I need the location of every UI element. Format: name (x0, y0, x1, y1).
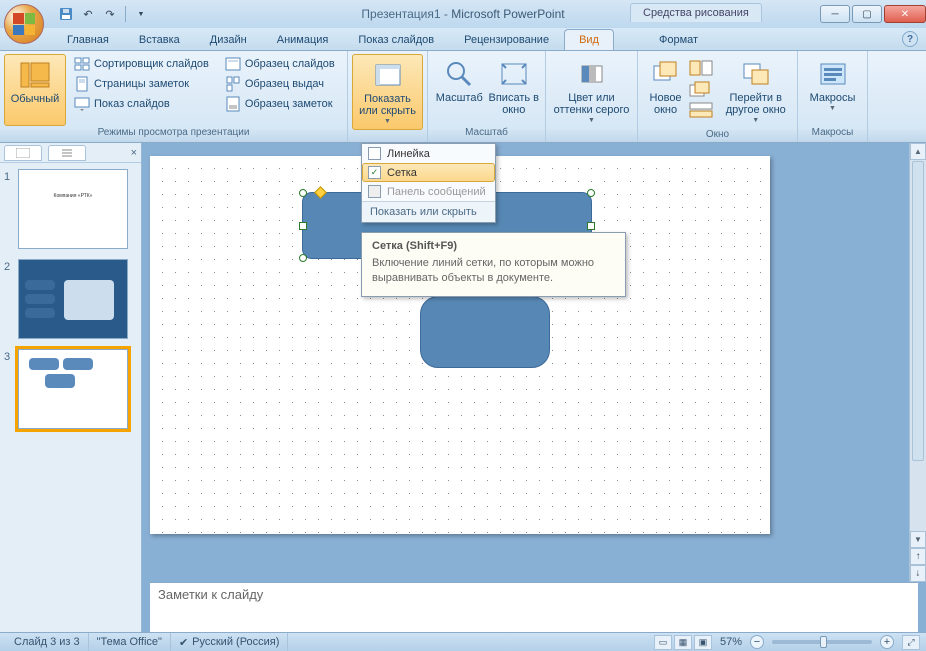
new-window-button[interactable]: Новое окно (642, 54, 689, 128)
grid-tooltip: Сетка (Shift+F9) Включение линий сетки, … (361, 232, 626, 297)
tooltip-body: Включение линий сетки, по которым можно … (372, 256, 615, 286)
show-hide-dropdown: Линейка ✓Сетка Панель сообщений Показать… (361, 143, 496, 223)
notes-page-button[interactable]: Страницы заметок (70, 74, 213, 94)
notes-pane[interactable]: Заметки к слайду (150, 582, 918, 632)
slideshow-view-icon[interactable]: ▣ (694, 635, 712, 650)
qat-customize-icon[interactable]: ▼ (131, 4, 151, 24)
close-button[interactable]: ✕ (884, 5, 926, 23)
switch-window-button[interactable]: Перейти в другое окно▼ (718, 54, 793, 128)
quick-access-toolbar: ↶ ↷ ▼ (56, 4, 151, 24)
scroll-up-icon[interactable]: ▲ (910, 143, 926, 160)
tab-slideshow[interactable]: Показ слайдов (343, 29, 449, 50)
window-title: Презентация1 - Microsoft PowerPoint (361, 7, 564, 21)
rounded-rect-shape[interactable] (420, 296, 550, 368)
fit-to-window-icon[interactable]: ⤢ (902, 635, 920, 650)
resize-handle-e[interactable] (587, 222, 595, 230)
save-icon[interactable] (56, 4, 76, 24)
normal-view-button[interactable]: Обычный (4, 54, 66, 126)
scroll-thumb[interactable] (912, 161, 924, 461)
ribbon-tabs: Главная Вставка Дизайн Анимация Показ сл… (0, 28, 926, 51)
group-label-window: Окно (642, 128, 793, 142)
status-language[interactable]: ✔ Русский (Россия) (171, 633, 289, 651)
maximize-button[interactable]: ▢ (852, 5, 882, 23)
spellcheck-icon: ✔ (179, 636, 188, 649)
scroll-down-icon[interactable]: ▼ (910, 531, 926, 548)
group-label-zoom: Масштаб (432, 126, 541, 142)
adjust-handle[interactable] (314, 186, 327, 199)
zoom-in-button[interactable]: + (880, 635, 894, 649)
slideshow-button[interactable]: Показ слайдов (70, 94, 213, 114)
show-hide-button[interactable]: Показать или скрыть▼ (352, 54, 423, 130)
undo-icon[interactable]: ↶ (78, 4, 98, 24)
tab-animation[interactable]: Анимация (262, 29, 344, 50)
help-button[interactable]: ? (902, 31, 918, 47)
cascade-icon[interactable] (689, 81, 718, 100)
redo-icon[interactable]: ↷ (100, 4, 120, 24)
thumbnail-slide-3[interactable]: 3 (4, 349, 137, 429)
handout-master-button[interactable]: Образец выдач (221, 74, 339, 94)
group-label-macros: Макросы (802, 126, 863, 142)
zoom-slider-knob[interactable] (820, 636, 827, 648)
status-bar: Слайд 3 из 3 "Тема Office" ✔ Русский (Ро… (0, 632, 926, 651)
status-slide-count[interactable]: Слайд 3 из 3 (6, 633, 89, 651)
thumbnail-slide-1[interactable]: 1 Компания «РТК» (4, 169, 137, 249)
macros-button[interactable]: Макросы▼ (803, 54, 863, 126)
resize-handle-nw[interactable] (299, 189, 307, 197)
tab-design[interactable]: Дизайн (195, 29, 262, 50)
ribbon: Обычный Сортировщик слайдов Страницы зам… (0, 51, 926, 143)
office-button[interactable] (4, 4, 44, 44)
dropdown-ruler[interactable]: Линейка (362, 144, 495, 163)
next-slide-icon[interactable]: ⭣ (910, 565, 926, 582)
contextual-tools-label: Средства рисования (630, 3, 762, 22)
slides-tab[interactable] (4, 145, 42, 161)
prev-slide-icon[interactable]: ⭡ (910, 548, 926, 565)
zoom-out-button[interactable]: − (750, 635, 764, 649)
sorter-view-icon[interactable]: ▦ (674, 635, 692, 650)
tab-home[interactable]: Главная (52, 29, 124, 50)
tab-format[interactable]: Формат (644, 29, 713, 50)
resize-handle-w[interactable] (299, 222, 307, 230)
title-bar: ↶ ↷ ▼ Презентация1 - Microsoft PowerPoin… (0, 0, 926, 28)
slide-master-button[interactable]: Образец слайдов (221, 54, 339, 74)
normal-view-icon[interactable]: ▭ (654, 635, 672, 650)
zoom-button[interactable]: Масштаб (432, 54, 487, 126)
dropdown-grid[interactable]: ✓Сетка (362, 163, 495, 182)
resize-handle-sw[interactable] (299, 254, 307, 262)
tooltip-title: Сетка (Shift+F9) (372, 240, 615, 252)
tab-view[interactable]: Вид (564, 29, 614, 50)
dropdown-message-pane: Панель сообщений (362, 182, 495, 201)
thumbnail-close-icon[interactable]: × (131, 147, 137, 159)
tab-review[interactable]: Рецензирование (449, 29, 564, 50)
fit-window-button[interactable]: Вписать в окно (487, 54, 542, 126)
outline-tab[interactable] (48, 145, 86, 161)
resize-handle-ne[interactable] (587, 189, 595, 197)
slide-sorter-button[interactable]: Сортировщик слайдов (70, 54, 213, 74)
notes-master-button[interactable]: Образец заметок (221, 94, 339, 114)
status-theme[interactable]: "Тема Office" (89, 633, 171, 651)
zoom-level[interactable]: 57% (720, 636, 742, 648)
dropdown-footer: Показать или скрыть (362, 201, 495, 222)
arrange-icon[interactable] (689, 60, 718, 79)
vertical-scrollbar[interactable]: ▲ ▼ ⭡ ⭣ (909, 143, 926, 582)
split-icon[interactable] (689, 102, 718, 121)
tab-insert[interactable]: Вставка (124, 29, 195, 50)
minimize-button[interactable]: ─ (820, 5, 850, 23)
color-grayscale-button[interactable]: Цвет или оттенки серого▼ (550, 54, 633, 128)
slide-canvas-area[interactable] (142, 143, 926, 582)
slide-editor: Заметки к слайду ▲ ▼ ⭡ ⭣ (142, 143, 926, 632)
thumbnail-panel: × 1 Компания «РТК» 2 3 (0, 143, 142, 632)
thumbnail-slide-2[interactable]: 2 (4, 259, 137, 339)
zoom-slider[interactable] (772, 640, 872, 644)
group-label-views: Режимы просмотра презентации (4, 126, 343, 142)
